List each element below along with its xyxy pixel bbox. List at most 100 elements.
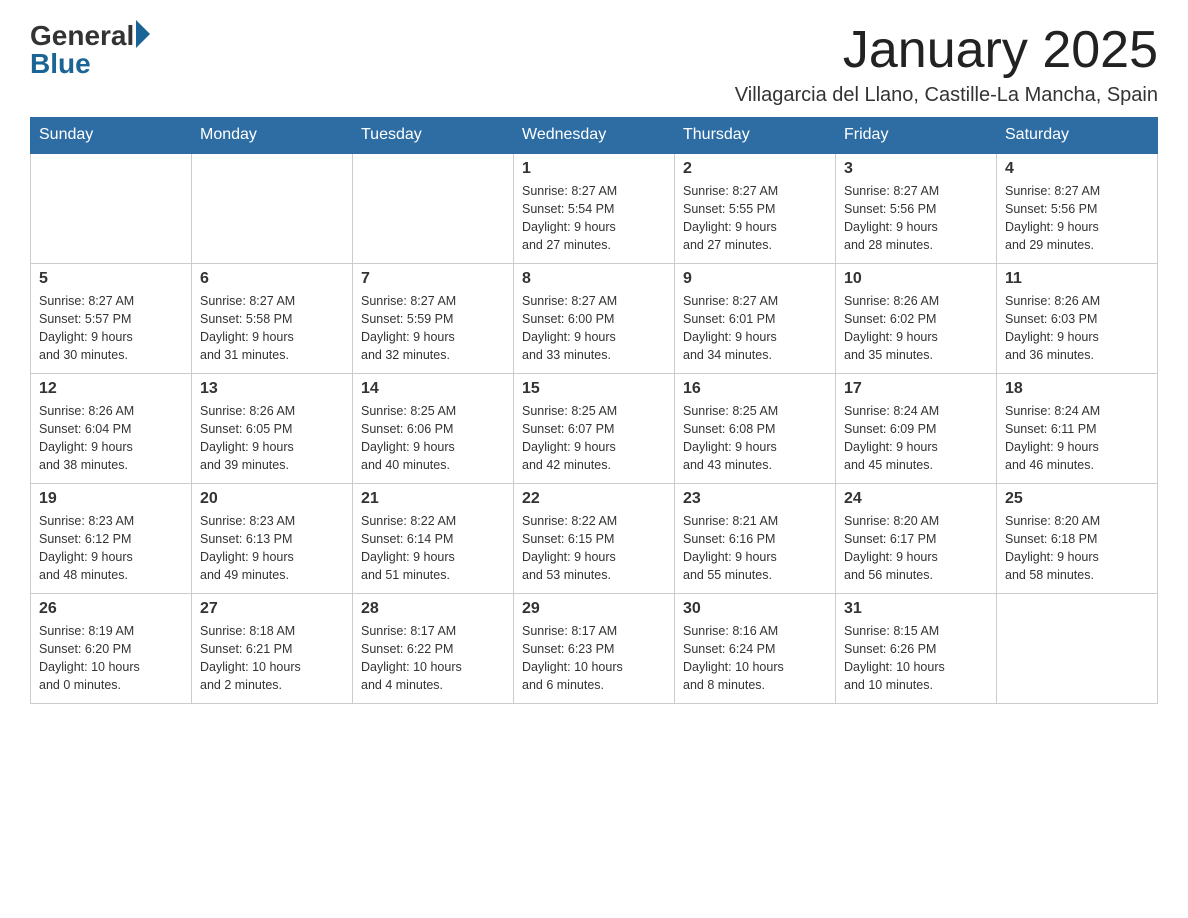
day-info: Sunrise: 8:25 AMSunset: 6:07 PMDaylight:… xyxy=(522,402,666,475)
day-info: Sunrise: 8:23 AMSunset: 6:13 PMDaylight:… xyxy=(200,512,344,585)
day-cell: 27Sunrise: 8:18 AMSunset: 6:21 PMDayligh… xyxy=(192,593,353,703)
day-number: 21 xyxy=(361,490,505,508)
day-info: Sunrise: 8:27 AMSunset: 5:56 PMDaylight:… xyxy=(1005,182,1149,255)
day-cell: 25 Sunrise: 8:20 AMSunset: 6:18 PMDayligh… xyxy=(997,483,1158,593)
week-row-2: 12 Sunrise: 8:26 AMSunset: 6:04 PMDayligh… xyxy=(31,373,1158,483)
day-cell: 22 Sunrise: 8:22 AMSunset: 6:15 PMDayligh… xyxy=(514,483,675,593)
header-cell-monday: Monday xyxy=(192,118,353,154)
day-number: 2 xyxy=(683,160,827,178)
day-cell: 15 Sunrise: 8:25 AMSunset: 6:07 PMDayligh… xyxy=(514,373,675,483)
day-info: Sunrise: 8:27 AMSunset: 5:55 PMDaylight:… xyxy=(683,182,827,255)
day-info: Sunrise: 8:17 AMSunset: 6:22 PMDaylight:… xyxy=(361,622,505,695)
week-row-1: 5 Sunrise: 8:27 AMSunset: 5:57 PMDaylight… xyxy=(31,263,1158,373)
day-info: Sunrise: 8:24 AMSunset: 6:11 PMDaylight:… xyxy=(1005,402,1149,475)
day-info: Sunrise: 8:27 AMSunset: 5:59 PMDaylight:… xyxy=(361,292,505,365)
day-number: 23 xyxy=(683,490,827,508)
day-cell: 9 Sunrise: 8:27 AMSunset: 6:01 PMDaylight… xyxy=(675,263,836,373)
day-cell xyxy=(31,153,192,263)
day-number: 26 xyxy=(39,600,183,618)
day-number: 9 xyxy=(683,270,827,288)
day-info: Sunrise: 8:27 AMSunset: 5:58 PMDaylight:… xyxy=(200,292,344,365)
day-cell: 3Sunrise: 8:27 AMSunset: 5:56 PMDaylight… xyxy=(836,153,997,263)
day-number: 25 xyxy=(1005,490,1149,508)
day-cell: 11Sunrise: 8:26 AMSunset: 6:03 PMDayligh… xyxy=(997,263,1158,373)
day-info: Sunrise: 8:22 AMSunset: 6:15 PMDaylight:… xyxy=(522,512,666,585)
calendar-header: SundayMondayTuesdayWednesdayThursdayFrid… xyxy=(31,118,1158,154)
day-cell: 7 Sunrise: 8:27 AMSunset: 5:59 PMDaylight… xyxy=(353,263,514,373)
day-number: 17 xyxy=(844,380,988,398)
day-number: 1 xyxy=(522,160,666,178)
day-info: Sunrise: 8:15 AMSunset: 6:26 PMDaylight:… xyxy=(844,622,988,695)
day-cell: 23 Sunrise: 8:21 AMSunset: 6:16 PMDayligh… xyxy=(675,483,836,593)
title-block: January 2025 Villagarcia del Llano, Cast… xyxy=(735,20,1158,107)
day-info: Sunrise: 8:26 AMSunset: 6:04 PMDaylight:… xyxy=(39,402,183,475)
day-cell: 19 Sunrise: 8:23 AMSunset: 6:12 PMDayligh… xyxy=(31,483,192,593)
day-number: 31 xyxy=(844,600,988,618)
day-info: Sunrise: 8:22 AMSunset: 6:14 PMDaylight:… xyxy=(361,512,505,585)
day-cell: 4 Sunrise: 8:27 AMSunset: 5:56 PMDaylight… xyxy=(997,153,1158,263)
day-cell: 6 Sunrise: 8:27 AMSunset: 5:58 PMDaylight… xyxy=(192,263,353,373)
day-cell: 10Sunrise: 8:26 AMSunset: 6:02 PMDayligh… xyxy=(836,263,997,373)
day-cell xyxy=(192,153,353,263)
day-number: 30 xyxy=(683,600,827,618)
header-cell-saturday: Saturday xyxy=(997,118,1158,154)
day-cell: 18 Sunrise: 8:24 AMSunset: 6:11 PMDayligh… xyxy=(997,373,1158,483)
day-cell: 24Sunrise: 8:20 AMSunset: 6:17 PMDayligh… xyxy=(836,483,997,593)
day-info: Sunrise: 8:24 AMSunset: 6:09 PMDaylight:… xyxy=(844,402,988,475)
day-number: 19 xyxy=(39,490,183,508)
calendar-table: SundayMondayTuesdayWednesdayThursdayFrid… xyxy=(30,117,1158,704)
day-cell: 17 Sunrise: 8:24 AMSunset: 6:09 PMDayligh… xyxy=(836,373,997,483)
day-info: Sunrise: 8:25 AMSunset: 6:08 PMDaylight:… xyxy=(683,402,827,475)
day-info: Sunrise: 8:25 AMSunset: 6:06 PMDaylight:… xyxy=(361,402,505,475)
day-number: 18 xyxy=(1005,380,1149,398)
day-info: Sunrise: 8:26 AMSunset: 6:02 PMDaylight:… xyxy=(844,292,988,365)
day-number: 22 xyxy=(522,490,666,508)
header-cell-tuesday: Tuesday xyxy=(353,118,514,154)
day-info: Sunrise: 8:27 AMSunset: 5:56 PMDaylight:… xyxy=(844,182,988,255)
day-cell xyxy=(997,593,1158,703)
day-number: 14 xyxy=(361,380,505,398)
logo: General Blue xyxy=(30,20,150,78)
day-number: 29 xyxy=(522,600,666,618)
header-cell-sunday: Sunday xyxy=(31,118,192,154)
day-cell: 8Sunrise: 8:27 AMSunset: 6:00 PMDaylight… xyxy=(514,263,675,373)
logo-arrow-icon xyxy=(136,20,150,48)
calendar-body: 1 Sunrise: 8:27 AMSunset: 5:54 PMDaylight… xyxy=(31,153,1158,703)
day-cell: 30 Sunrise: 8:16 AMSunset: 6:24 PMDayligh… xyxy=(675,593,836,703)
day-info: Sunrise: 8:27 AMSunset: 5:54 PMDaylight:… xyxy=(522,182,666,255)
day-info: Sunrise: 8:20 AMSunset: 6:18 PMDaylight:… xyxy=(1005,512,1149,585)
day-info: Sunrise: 8:27 AMSunset: 5:57 PMDaylight:… xyxy=(39,292,183,365)
day-number: 4 xyxy=(1005,160,1149,178)
day-info: Sunrise: 8:20 AMSunset: 6:17 PMDaylight:… xyxy=(844,512,988,585)
month-title: January 2025 xyxy=(735,20,1158,80)
day-number: 7 xyxy=(361,270,505,288)
day-number: 27 xyxy=(200,600,344,618)
day-cell xyxy=(353,153,514,263)
header-row: SundayMondayTuesdayWednesdayThursdayFrid… xyxy=(31,118,1158,154)
day-number: 5 xyxy=(39,270,183,288)
day-number: 8 xyxy=(522,270,666,288)
logo-blue-text: Blue xyxy=(30,50,91,78)
day-cell: 5 Sunrise: 8:27 AMSunset: 5:57 PMDaylight… xyxy=(31,263,192,373)
day-info: Sunrise: 8:16 AMSunset: 6:24 PMDaylight:… xyxy=(683,622,827,695)
week-row-0: 1 Sunrise: 8:27 AMSunset: 5:54 PMDaylight… xyxy=(31,153,1158,263)
day-cell: 28 Sunrise: 8:17 AMSunset: 6:22 PMDayligh… xyxy=(353,593,514,703)
day-cell: 31 Sunrise: 8:15 AMSunset: 6:26 PMDayligh… xyxy=(836,593,997,703)
day-cell: 20Sunrise: 8:23 AMSunset: 6:13 PMDayligh… xyxy=(192,483,353,593)
day-number: 12 xyxy=(39,380,183,398)
day-info: Sunrise: 8:19 AMSunset: 6:20 PMDaylight:… xyxy=(39,622,183,695)
day-number: 6 xyxy=(200,270,344,288)
day-info: Sunrise: 8:26 AMSunset: 6:05 PMDaylight:… xyxy=(200,402,344,475)
day-cell: 29Sunrise: 8:17 AMSunset: 6:23 PMDayligh… xyxy=(514,593,675,703)
day-cell: 2 Sunrise: 8:27 AMSunset: 5:55 PMDaylight… xyxy=(675,153,836,263)
header-cell-wednesday: Wednesday xyxy=(514,118,675,154)
page-header: General Blue January 2025 Villagarcia de… xyxy=(30,20,1158,107)
day-cell: 21 Sunrise: 8:22 AMSunset: 6:14 PMDayligh… xyxy=(353,483,514,593)
location-title: Villagarcia del Llano, Castille-La Manch… xyxy=(735,84,1158,107)
day-number: 15 xyxy=(522,380,666,398)
day-number: 28 xyxy=(361,600,505,618)
day-info: Sunrise: 8:23 AMSunset: 6:12 PMDaylight:… xyxy=(39,512,183,585)
day-info: Sunrise: 8:27 AMSunset: 6:01 PMDaylight:… xyxy=(683,292,827,365)
day-cell: 1 Sunrise: 8:27 AMSunset: 5:54 PMDaylight… xyxy=(514,153,675,263)
day-info: Sunrise: 8:21 AMSunset: 6:16 PMDaylight:… xyxy=(683,512,827,585)
